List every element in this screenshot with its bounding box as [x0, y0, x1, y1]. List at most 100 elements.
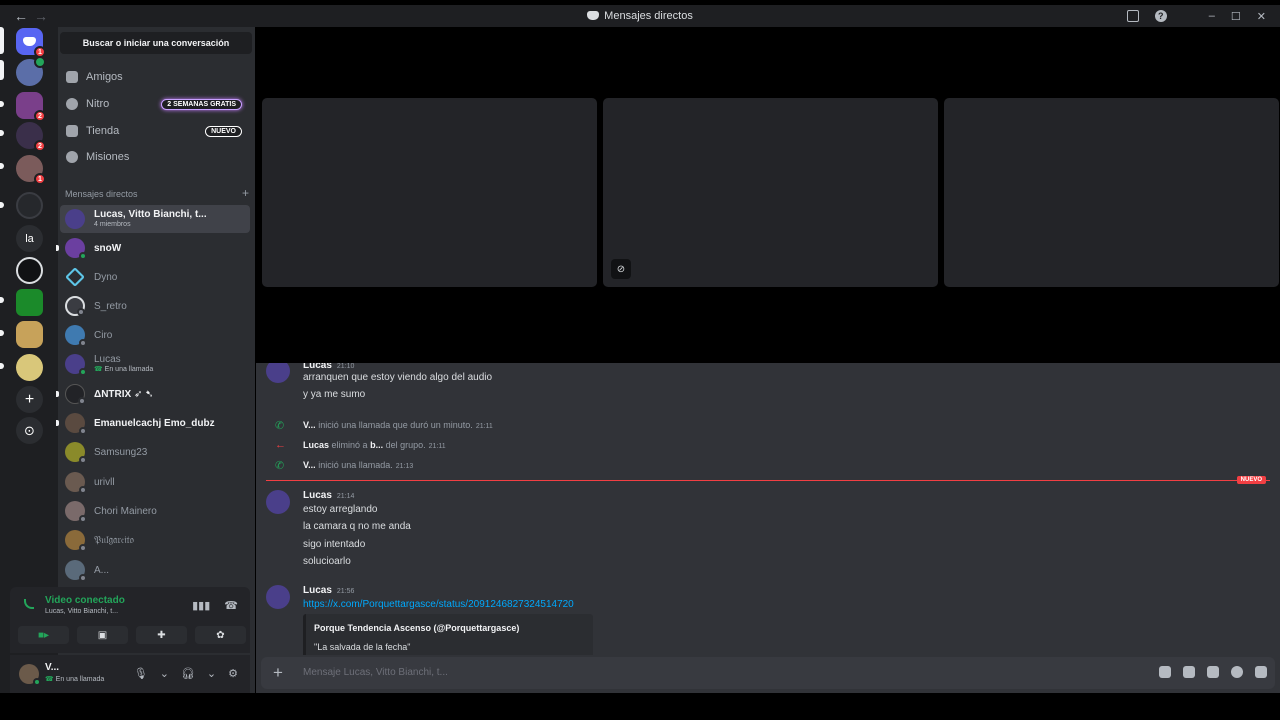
- soundboard-button[interactable]: ✿: [195, 626, 246, 644]
- dm-item-emanuel[interactable]: Emanuelcachj Emo_dubz: [56, 409, 250, 437]
- phone-call-icon: ✆: [275, 420, 285, 432]
- voice-channel[interactable]: Lucas, Vitto Bianchi, t...: [45, 608, 118, 615]
- chevron-down-icon[interactable]: ⌄: [160, 667, 169, 680]
- message-input[interactable]: Mensaje Lucas, Vitto Bianchi, t...: [303, 667, 448, 678]
- system-user[interactable]: V...: [303, 460, 316, 470]
- system-target-user[interactable]: b...: [370, 440, 383, 450]
- message-composer: + Mensaje Lucas, Vitto Bianchi, t...: [256, 655, 1280, 693]
- server-icon-10[interactable]: [16, 321, 43, 348]
- dm-item-samsung23[interactable]: Samsung23: [60, 438, 250, 466]
- timestamp: 21:14: [336, 493, 355, 500]
- author-name[interactable]: Lucas: [303, 363, 332, 371]
- activities-button[interactable]: ✚: [136, 626, 187, 644]
- gear-icon[interactable]: ⚙: [228, 667, 238, 680]
- avatar: [65, 296, 85, 316]
- chat-messages: Lucas 21:10 arranquen que estoy viendo al…: [256, 363, 1280, 655]
- avatar: [65, 354, 87, 376]
- server-icon-4[interactable]: 2: [16, 122, 46, 152]
- home-button[interactable]: 1: [16, 28, 46, 58]
- inbox-icon[interactable]: [1126, 10, 1139, 22]
- server-icon-9[interactable]: [16, 289, 43, 316]
- server-icon-8[interactable]: [16, 257, 43, 284]
- server-icon-6[interactable]: [16, 192, 43, 219]
- active-call-indicator: [0, 60, 4, 80]
- discover-compass-icon[interactable]: ⊙: [16, 417, 43, 444]
- message-link[interactable]: https://x.com/Porquettargasce/status/209…: [303, 599, 574, 610]
- nav-quests[interactable]: Misiones: [60, 145, 252, 169]
- embed-title[interactable]: Porque Tendencia Ascenso (@Porquettargas…: [314, 623, 519, 633]
- server-icon-3[interactable]: 2: [16, 92, 46, 122]
- help-icon[interactable]: ?: [1154, 10, 1167, 22]
- system-message: Lucas eliminó a b... del grupo. 21:11: [303, 440, 446, 450]
- microphone-icon[interactable]: 🎙︎: [134, 667, 148, 680]
- nav-friends[interactable]: Amigos: [60, 65, 252, 89]
- maximize-button[interactable]: ☐: [1231, 10, 1241, 23]
- add-server-button[interactable]: +: [16, 386, 43, 413]
- apps-icon[interactable]: [1255, 666, 1267, 678]
- voice-status[interactable]: Video conectado: [45, 595, 125, 606]
- system-user[interactable]: Lucas: [303, 440, 329, 450]
- minimize-button[interactable]: –: [1209, 10, 1215, 22]
- message-author[interactable]: Lucas 21:14: [303, 490, 354, 501]
- emoji-icon[interactable]: [1231, 666, 1243, 678]
- dm-item-a[interactable]: A...: [60, 556, 250, 584]
- video-tile-1[interactable]: [262, 98, 597, 287]
- close-button[interactable]: ✕: [1257, 10, 1266, 23]
- noise-suppression-icon[interactable]: ▮▮▮: [192, 599, 210, 612]
- avatar[interactable]: [19, 664, 41, 686]
- server-icon-5[interactable]: 1: [16, 155, 46, 185]
- dm-item-sretro[interactable]: S_retro: [60, 292, 250, 320]
- message-author[interactable]: Lucas 21:56: [303, 585, 354, 596]
- author-name[interactable]: Lucas: [303, 490, 332, 501]
- avatar: [65, 472, 87, 494]
- dm-item-antrix[interactable]: ΔNTRIX ➶ ➷: [56, 380, 250, 408]
- server-icon-11[interactable]: [16, 354, 43, 381]
- dm-item-urivll[interactable]: urivll: [60, 468, 250, 496]
- system-message: V... inició una llamada que duró un minu…: [303, 420, 493, 430]
- arrow-left-icon: ←: [275, 439, 286, 451]
- nav-nitro-label: Nitro: [86, 98, 110, 110]
- dm-item-dyno[interactable]: Dyno: [60, 263, 250, 291]
- server-icon-la[interactable]: la: [16, 225, 43, 252]
- screen-share-button[interactable]: ▣: [77, 626, 128, 644]
- username[interactable]: V...: [45, 662, 59, 673]
- video-tile-3[interactable]: [944, 98, 1279, 287]
- gift-icon[interactable]: [1159, 666, 1171, 678]
- quests-icon: [66, 151, 78, 163]
- create-dm-plus-icon[interactable]: +: [242, 186, 249, 200]
- search-conversation-button[interactable]: Buscar o iniciar una conversación: [60, 32, 252, 54]
- signal-icon[interactable]: [24, 599, 34, 609]
- timestamp: 21:56: [336, 588, 355, 595]
- nav-nitro[interactable]: Nitro 2 SEMANAS GRATIS: [60, 92, 252, 116]
- shop-icon: [66, 125, 78, 137]
- dm-item-group[interactable]: Lucas, Vitto Bianchi, t... 4 miembros: [60, 205, 250, 233]
- sticker-icon[interactable]: [1207, 666, 1219, 678]
- avatar[interactable]: [266, 363, 290, 383]
- dm-item-pulgarcito[interactable]: 𝔓𝔲𝔩𝔤𝔞𝔯𝔠𝔦𝔱𝔬: [60, 526, 250, 554]
- gif-icon[interactable]: [1183, 666, 1195, 678]
- avatar[interactable]: [266, 490, 290, 514]
- system-user[interactable]: V...: [303, 420, 316, 430]
- author-name[interactable]: Lucas: [303, 585, 332, 596]
- dm-item-lucas[interactable]: Lucas ☎ En una llamada: [60, 350, 250, 378]
- unread-badge: 2: [34, 140, 46, 152]
- video-tile-2[interactable]: ⊘: [603, 98, 938, 287]
- chevron-down-icon[interactable]: ⌄: [207, 667, 216, 680]
- camera-button[interactable]: ■▸: [18, 626, 69, 644]
- dm-name: S_retro: [94, 300, 127, 312]
- message-text: y ya me sumo: [303, 389, 366, 400]
- avatar: [65, 442, 87, 464]
- message-input-box[interactable]: + Mensaje Lucas, Vitto Bianchi, t...: [261, 657, 1275, 689]
- disconnect-icon[interactable]: ☎: [224, 599, 238, 612]
- dm-item-ciro[interactable]: Ciro: [60, 321, 250, 349]
- message-author[interactable]: Lucas 21:10: [303, 363, 354, 371]
- server-icon-2[interactable]: [16, 56, 46, 86]
- attach-plus-icon[interactable]: +: [273, 663, 283, 683]
- nav-shop[interactable]: Tienda NUEVO: [60, 119, 252, 143]
- dm-name: Emanuelcachj Emo_dubz: [94, 417, 215, 429]
- avatar[interactable]: [266, 585, 290, 609]
- headphones-icon[interactable]: 🎧︎: [181, 667, 195, 680]
- dm-item-chori[interactable]: Chori Mainero: [60, 497, 250, 525]
- dm-item-snow[interactable]: snoW: [56, 234, 250, 262]
- link-embed[interactable]: Porque Tendencia Ascenso (@Porquettargas…: [303, 614, 593, 655]
